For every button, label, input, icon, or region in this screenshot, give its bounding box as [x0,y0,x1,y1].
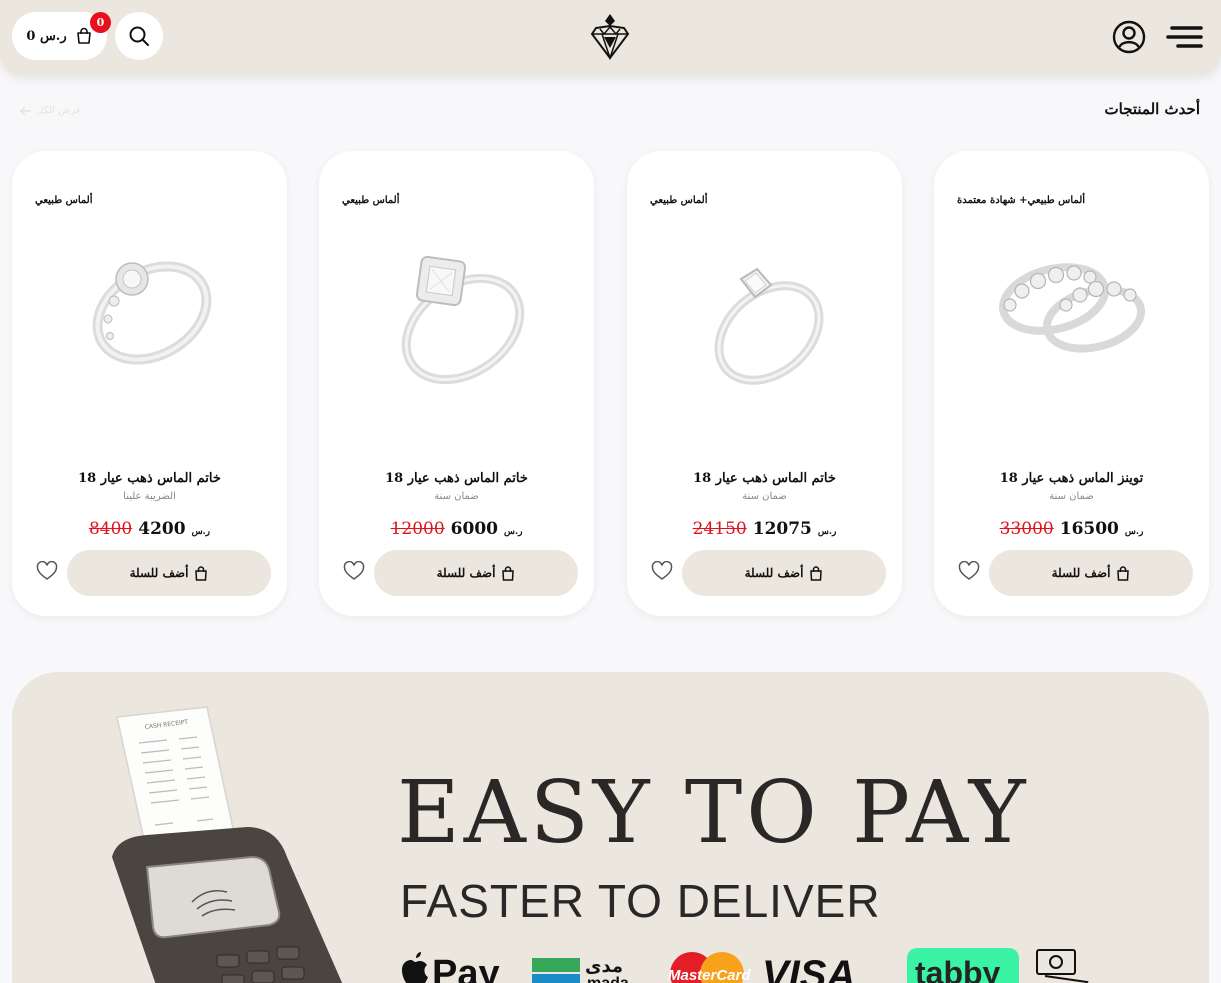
visa-icon: VISA [762,953,855,983]
old-price: 33000 [999,519,1054,539]
user-account-icon[interactable] [1112,20,1146,54]
view-all-link[interactable]: عرض الكل [20,105,82,116]
heart-icon[interactable] [36,561,58,581]
product-card[interactable]: ألماس طبيعي خاتم الماس ذهب عيار 18 ضمان … [319,151,594,616]
shopping-bag-icon [810,565,823,581]
ring-image[interactable] [74,241,224,391]
price-row: ر.س 12075 24150 [627,519,902,539]
add-to-cart-label: أضف للسلة [436,566,496,580]
brand-logo[interactable] [590,12,630,60]
product-subtitle: الضريبة علينا [123,491,176,502]
heart-icon[interactable] [343,561,365,581]
product-card[interactable]: ألماس طبيعي خاتم الماس ذهب عيار 18 ضمان … [627,151,902,616]
currency: ر.س [503,527,523,537]
site-header: 0 ر.س 0 [0,0,1221,75]
section-title: أحدث المنتجات [1104,100,1201,118]
add-to-cart-button[interactable]: أضف للسلة [682,550,886,596]
add-to-cart-button[interactable]: أضف للسلة [67,550,271,596]
shopping-bag-icon [1117,565,1130,581]
product-tag: ألماس طبيعي [35,195,93,206]
product-title[interactable]: توينز الماس ذهب عيار 18 [934,471,1209,486]
current-price: 6000 [450,519,498,539]
currency: ر.س [191,527,211,537]
product-subtitle: ضمان سنة [742,491,787,502]
old-price: 24150 [692,519,747,539]
ring-image[interactable] [381,241,531,391]
product-card[interactable]: ألماس طبيعي+ شهادة معتمدة توينز الماس ذه… [934,151,1209,616]
cash-icon [1036,949,1089,983]
hamburger-menu-icon[interactable] [1166,25,1203,49]
price-row: ر.س 6000 12000 [319,519,594,539]
cart-count-badge: 0 [90,12,111,33]
price-row: ر.س 16500 33000 [934,519,1209,539]
shopping-bag-icon [195,565,208,581]
product-tag: ألماس طبيعي [342,195,400,206]
shopping-bag-icon [502,565,515,581]
product-tag: ألماس طبيعي+ شهادة معتمدة [957,195,1086,206]
mada-icon: مدى mada [532,956,629,983]
search-button[interactable] [115,12,163,60]
svg-text:mada: mada [587,975,629,983]
banner-subheadline: FASTER TO DELIVER [400,875,881,927]
arrow-left-icon [20,106,31,115]
view-all-label: عرض الكل [36,105,82,116]
product-subtitle: ضمان سنة [1049,491,1094,502]
svg-text:tabby: tabby [915,955,1001,983]
old-price: 12000 [390,519,445,539]
payment-banner: CASH RECEIPT EASY TO PAY FASTER TO DELIV… [12,672,1209,983]
tabby-icon: tabby [907,948,1019,983]
search-icon [129,26,149,46]
heart-icon[interactable] [651,561,673,581]
product-title[interactable]: خاتم الماس ذهب عيار 18 [12,471,287,486]
svg-text:MasterCard: MasterCard [668,967,751,983]
product-card[interactable]: ألماس طبيعي خاتم الماس ذهب عيار 18 الضري… [12,151,287,616]
add-to-cart-label: أضف للسلة [1051,566,1111,580]
heart-icon[interactable] [958,561,980,581]
currency: ر.س [817,527,837,537]
shopping-bag-icon [76,27,91,44]
old-price: 8400 [88,519,133,539]
cart-amount: 0 ر.س [26,28,67,44]
currency: ر.س [1124,527,1144,537]
current-price: 12075 [752,519,812,539]
product-title[interactable]: خاتم الماس ذهب عيار 18 [627,471,902,486]
svg-text:مدى: مدى [585,956,623,977]
product-tag: ألماس طبيعي [650,195,708,206]
current-price: 4200 [138,519,186,539]
product-title[interactable]: خاتم الماس ذهب عيار 18 [319,471,594,486]
current-price: 16500 [1059,519,1119,539]
price-row: ر.س 4200 8400 [12,519,287,539]
add-to-cart-label: أضف للسلة [744,566,804,580]
payment-methods: Pay مدى mada MasterCard VISA tabby [402,948,1089,983]
apple-pay-icon: Pay [402,952,500,983]
add-to-cart-button[interactable]: أضف للسلة [989,550,1193,596]
mastercard-icon: MasterCard [668,952,751,983]
pos-terminal-illustration: CASH RECEIPT [112,706,343,983]
ring-image[interactable] [689,241,839,391]
svg-text:Pay: Pay [432,953,500,983]
ring-image[interactable] [996,241,1146,391]
product-subtitle: ضمان سنة [434,491,479,502]
add-to-cart-button[interactable]: أضف للسلة [374,550,578,596]
banner-headline: EASY TO PAY [397,763,1030,863]
add-to-cart-label: أضف للسلة [129,566,189,580]
svg-text:VISA: VISA [762,953,855,983]
